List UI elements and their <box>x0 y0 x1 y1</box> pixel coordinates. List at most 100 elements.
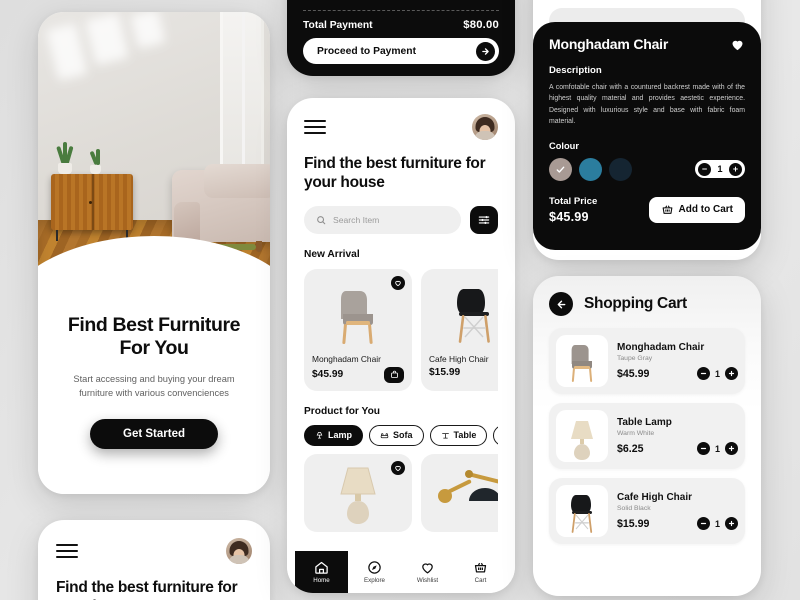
lamp-icon <box>315 431 324 440</box>
description-label: Description <box>549 65 602 76</box>
nav-item-wishlist[interactable]: Wishlist <box>401 551 454 593</box>
compass-icon <box>367 560 382 575</box>
home-heading-duplicate: Find the best furniture for your house <box>56 579 238 600</box>
nav-label: Home <box>313 577 330 584</box>
product-price: $15.99 <box>429 366 461 378</box>
user-avatar[interactable] <box>472 114 498 140</box>
nav-item-explore[interactable]: Explore <box>348 551 401 593</box>
arrow-left-icon[interactable] <box>549 292 573 316</box>
category-chip-sofa[interactable]: Sofa <box>369 424 424 446</box>
cart-item-variant: Taupe Gray <box>617 355 653 362</box>
new-arrival-rail[interactable]: Monghadam Chair $45.99 Cafe High Chair $… <box>304 268 498 391</box>
product-name: Monghadam Chair <box>312 353 381 364</box>
page-subtitle: Start accessing and buying your dream fu… <box>73 373 235 399</box>
category-chip-bed[interactable]: Bed <box>493 424 498 446</box>
proceed-to-payment-label: Proceed to Payment <box>317 45 416 57</box>
product-card[interactable]: Cafe High Chair $15.99 <box>421 268 498 391</box>
plus-icon[interactable]: + <box>729 162 742 176</box>
minus-icon[interactable]: − <box>698 162 711 176</box>
proceed-to-payment-button[interactable]: Proceed to Payment <box>303 38 499 64</box>
shopping-bag-icon[interactable] <box>384 366 404 383</box>
colour-swatches <box>549 157 632 181</box>
product-thumbnail <box>556 410 608 462</box>
colour-swatch-taupe-gray[interactable] <box>549 157 572 181</box>
total-payment-label: Total Payment <box>303 19 373 31</box>
quantity-stepper[interactable]: 1 <box>696 517 738 530</box>
product-card[interactable]: Monghadam Chair $45.99 <box>304 268 412 391</box>
product-card[interactable] <box>304 453 412 532</box>
heart-icon[interactable] <box>391 460 405 475</box>
nav-item-home[interactable]: Home <box>295 551 348 593</box>
basket-icon <box>473 560 488 575</box>
cart-item-price: $15.99 <box>617 517 650 530</box>
category-chip-table[interactable]: Table <box>429 424 488 446</box>
category-label: Lamp <box>328 430 353 441</box>
quantity-value: 1 <box>714 443 720 454</box>
hamburger-menu-icon[interactable] <box>56 543 78 559</box>
cart-item[interactable]: Table Lamp Warm White $6.25 1 <box>549 403 745 469</box>
minus-icon[interactable] <box>696 442 710 455</box>
hero-image <box>38 12 270 312</box>
filter-sliders-icon[interactable] <box>470 205 498 234</box>
quantity-stepper[interactable]: 1 <box>696 442 738 455</box>
total-price-value: $45.99 <box>549 209 589 224</box>
plus-icon[interactable] <box>725 517 738 530</box>
product-card[interactable] <box>421 453 498 532</box>
product-image <box>312 277 404 349</box>
new-arrival-heading: New Arrival <box>304 248 360 260</box>
onboarding-screen: Find Best Furniture For You Start access… <box>38 12 270 494</box>
product-image <box>331 460 385 526</box>
home-icon <box>314 560 329 575</box>
page-title: Find Best Furniture For You <box>67 314 241 360</box>
search-input[interactable]: Search Item <box>304 205 461 234</box>
quantity-stepper[interactable]: 1 <box>696 367 738 380</box>
product-name: Cafe High Chair <box>429 353 489 364</box>
quantity-value: 1 <box>714 368 720 379</box>
search-placeholder: Search Item <box>333 214 380 225</box>
add-to-cart-button[interactable]: Add to Cart <box>648 196 745 223</box>
nav-label: Wishlist <box>416 577 439 584</box>
heart-filled-icon[interactable] <box>730 37 745 52</box>
home-heading: Find the best furniture for your house <box>304 155 486 192</box>
product-title: Monghadam Chair <box>549 36 669 52</box>
cart-item-name: Table Lamp <box>617 417 672 428</box>
total-price-block: Total Price $45.99 <box>549 196 597 224</box>
minus-icon[interactable] <box>696 517 710 530</box>
quantity-stepper[interactable]: − 1 + <box>695 160 745 179</box>
product-thumbnail <box>556 335 608 387</box>
nav-item-cart[interactable]: Cart <box>454 551 507 593</box>
minus-icon[interactable] <box>696 367 710 380</box>
colour-swatch-deep-navy[interactable] <box>609 157 632 181</box>
plus-icon[interactable] <box>725 442 738 455</box>
get-started-button[interactable]: Get Started <box>90 418 218 449</box>
heart-icon <box>420 560 435 575</box>
arrow-right-icon <box>476 41 495 61</box>
user-avatar[interactable] <box>226 538 252 564</box>
cart-item[interactable]: Monghadam Chair Taupe Gray $45.99 1 <box>549 328 745 394</box>
cart-item-variant: Solid Black <box>617 505 651 512</box>
home-screen-duplicate: Find the best furniture for your house <box>38 520 270 600</box>
recommended-rail[interactable] <box>304 453 498 532</box>
quantity-value: 1 <box>717 164 723 175</box>
cart-item[interactable]: Cafe High Chair Solid Black $15.99 1 <box>549 478 745 544</box>
payment-summary-screen: Total Payment $80.00 Proceed to Payment <box>287 0 515 76</box>
category-chip-lamp[interactable]: Lamp <box>304 424 364 446</box>
category-label: Sofa <box>393 430 413 441</box>
cart-item-name: Cafe High Chair <box>617 492 693 503</box>
product-detail-sheet: Monghadam Chair Description A comfotable… <box>533 22 761 250</box>
heart-icon[interactable] <box>391 275 405 290</box>
category-chip-rail[interactable]: Lamp Sofa Table <box>304 424 498 446</box>
search-icon <box>316 215 326 225</box>
hamburger-menu-icon[interactable] <box>304 119 326 135</box>
sofa-icon <box>380 431 389 440</box>
colour-label: Colour <box>549 140 579 151</box>
colour-swatch-teal-blue[interactable] <box>579 157 602 181</box>
cart-item-name: Monghadam Chair <box>617 342 705 353</box>
cart-item-list: Monghadam Chair Taupe Gray $45.99 1 Tabl… <box>533 316 761 544</box>
category-label: Table <box>453 430 477 441</box>
product-price: $45.99 <box>312 369 344 381</box>
screens-canvas: Find Best Furniture For You Start access… <box>0 0 800 600</box>
basket-icon <box>661 203 674 216</box>
product-image <box>435 462 498 524</box>
plus-icon[interactable] <box>725 367 738 380</box>
